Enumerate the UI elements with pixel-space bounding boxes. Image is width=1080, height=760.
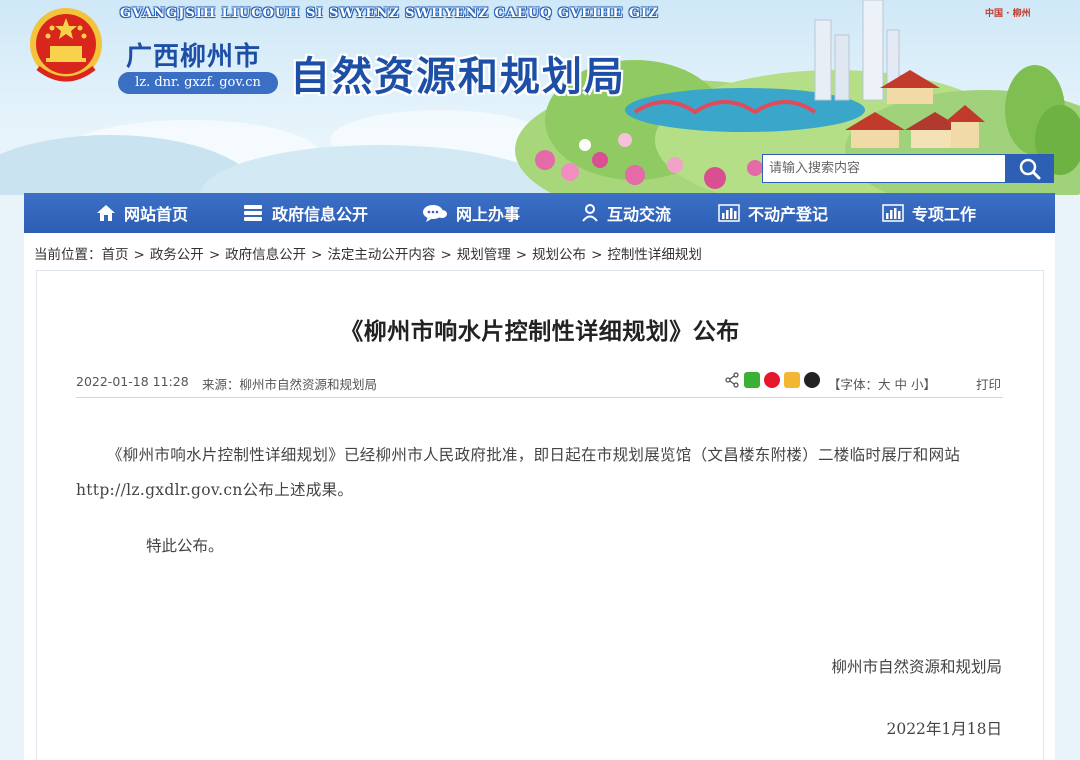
city-name: 广西柳州市 [126, 42, 262, 72]
breadcrumb-separator: > [440, 247, 452, 263]
national-emblem-logo [30, 8, 102, 82]
font-size-small-button[interactable]: 小 [911, 377, 924, 392]
article-closing: 特此公布。 [146, 537, 224, 555]
nav-label: 专项工作 [912, 205, 977, 224]
nav-label: 网上办事 [456, 205, 521, 224]
share-buttons [724, 372, 824, 388]
search-icon [1019, 158, 1041, 179]
search-button[interactable] [1006, 154, 1054, 183]
breadcrumb-separator: > [133, 247, 145, 263]
font-size-label-close: 】 [923, 377, 937, 392]
nav-label: 不动产登记 [748, 205, 829, 224]
breadcrumb-link[interactable]: 首页 [102, 247, 129, 263]
nav-home[interactable]: 网站首页 [96, 193, 188, 233]
home-icon [97, 205, 115, 221]
article-sign-date: 2022年1月18日 [886, 720, 1002, 738]
nav-label: 互动交流 [607, 205, 672, 224]
nav-label: 网站首页 [124, 205, 189, 224]
nav-label: 政府信息公开 [272, 205, 369, 224]
breadcrumb-link[interactable]: 规划公布 [532, 247, 586, 263]
breadcrumb-link[interactable]: 法定主动公开内容 [327, 247, 435, 263]
article-meta-row: 2022-01-18 11:28 来源：柳州市自然资源和规划局 【字体：大 中 … [76, 366, 1003, 398]
breadcrumb: 当前位置：首页 > 政务公开 > 政府信息公开 > 法定主动公开内容 > 规划管理 > 规划公布 > 控… [34, 243, 702, 263]
qzone-share-icon[interactable] [784, 372, 800, 388]
zhuang-language-title: GVANGJSIH LIUCOUH SI SWYENZ SWHYENZ CAEU… [120, 6, 659, 21]
font-size-large-button[interactable]: 大 [878, 377, 891, 392]
breadcrumb-prefix: 当前位置： [34, 247, 102, 263]
article-signature: 柳州市自然资源和规划局 [831, 658, 1002, 676]
bar-chart-icon [718, 204, 740, 222]
breadcrumb-separator: > [515, 247, 528, 263]
nav-special-work[interactable]: 专项工作 [882, 193, 976, 233]
breadcrumb-separator: > [208, 247, 221, 263]
document-stack-icon [244, 205, 262, 221]
article-source: 来源：柳州市自然资源和规划局 [202, 377, 378, 392]
breadcrumb-separator: > [311, 247, 323, 263]
article-title: 《柳州市响水片控制性详细规划》公布 [340, 319, 740, 345]
search-input[interactable]: 请输入搜索内容 [762, 154, 1006, 183]
qq-share-icon[interactable] [804, 372, 820, 388]
nav-interaction[interactable]: 互动交流 [581, 193, 671, 233]
breadcrumb-link[interactable]: 规划管理 [457, 247, 511, 263]
breadcrumb-link[interactable]: 控制性详细规划 [607, 247, 702, 263]
person-icon [582, 204, 598, 222]
bar-chart-icon [882, 204, 904, 222]
font-size-label: 【字体： [828, 377, 879, 392]
publish-date: 2022-01-18 11:28 [76, 374, 189, 389]
article-paragraph: 《柳州市响水片控制性详细规划》已经柳州市人民政府批准，即日起在市规划展览馆（文昌… [76, 446, 961, 499]
nav-gov-info[interactable]: 政府信息公开 [242, 193, 368, 233]
chat-bubble-icon [423, 205, 447, 222]
wechat-share-icon[interactable] [744, 372, 760, 388]
print-button[interactable]: 打印 [976, 374, 1001, 393]
nav-online-service[interactable]: 网上办事 [422, 193, 520, 233]
site-domain: lz. dnr. gxzf. gov.cn [118, 72, 278, 94]
breadcrumb-link[interactable]: 政府信息公开 [225, 247, 306, 263]
font-size-control: 【字体：大 中 小】 [828, 374, 936, 393]
breadcrumb-bar: 当前位置：首页 > 政务公开 > 政府信息公开 > 法定主动公开内容 > 规划管理 > 规划公布 > 控… [24, 233, 1055, 270]
weibo-share-icon[interactable] [764, 372, 780, 388]
breadcrumb-separator: > [591, 247, 603, 263]
bureau-name: 自然资源和规划局 [290, 54, 626, 100]
nav-property-registration[interactable]: 不动产登记 [718, 193, 828, 233]
font-size-medium-button[interactable]: 中 [895, 377, 908, 392]
breadcrumb-link[interactable]: 政务公开 [150, 247, 204, 263]
main-navigation: 网站首页 政府信息公开 网上办事 互动交流 不动产登记 专项工作 [24, 193, 1055, 233]
corner-tag: 中国 · 柳州 [985, 9, 1031, 19]
share-icon[interactable] [724, 372, 740, 388]
